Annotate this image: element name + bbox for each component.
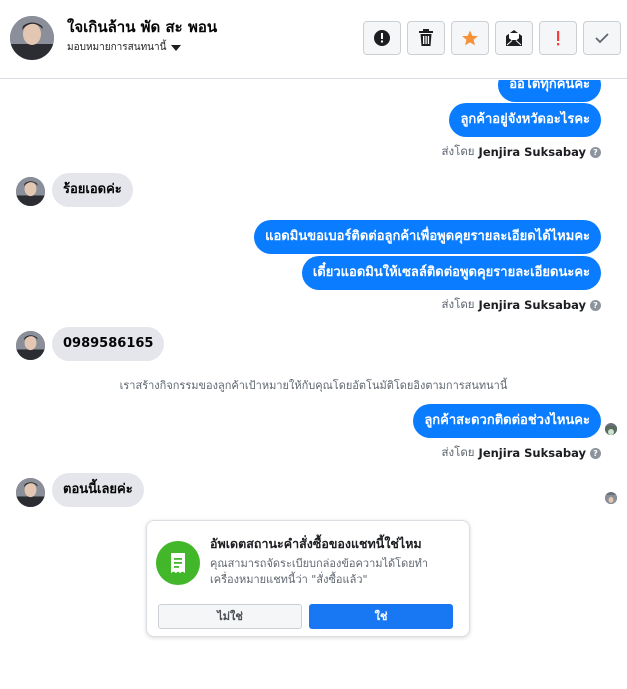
assign-conversation-dropdown[interactable]: มอบหมายการสนทนานี้ (67, 40, 182, 55)
sent-by-label: ส่งโดย Jenjira Suksabay ? (442, 296, 601, 314)
trash-icon (419, 29, 433, 46)
conversation-actions (363, 21, 621, 55)
alert-circle-icon (374, 30, 390, 46)
message-incoming[interactable]: ตอนนี้เลยค่ะ (52, 473, 144, 507)
seen-avatar (605, 423, 617, 435)
message-outgoing[interactable]: ออโตทุกคนคะ (498, 80, 601, 102)
star-button[interactable] (451, 21, 489, 55)
message-outgoing[interactable]: เดี๋ยวแอดมินให้เซลล์ติดต่อพูดคุยรายละเอี… (301, 256, 601, 290)
message-incoming[interactable]: ร้อยเอดค่ะ (52, 173, 133, 207)
contact-name[interactable]: ใจเกินล้าน พัด สะ พอน (67, 15, 217, 39)
conversation-header: ใจเกินล้าน พัด สะ พอน มอบหมายการสนทนานี้ (0, 0, 627, 79)
sent-by-name: Jenjira Suksabay (478, 145, 586, 159)
prompt-body: คุณสามารถจัดระเบียบกล่องข้อความได้โดยทำเ… (210, 557, 429, 586)
contact-avatar-small (16, 478, 45, 507)
info-icon[interactable]: ? (590, 146, 601, 158)
yes-button[interactable]: ใช่ (309, 604, 453, 629)
message-outgoing[interactable]: ลูกค้าอยู่จังหวัดอะไรคะ (449, 103, 601, 137)
star-icon (462, 30, 478, 46)
message-outgoing[interactable]: ลูกค้าสะดวกติดต่อช่วงไหนคะ (413, 404, 601, 438)
avatar-image (16, 177, 45, 206)
follow-up-button[interactable] (539, 21, 577, 55)
contact-avatar[interactable] (10, 16, 54, 60)
sent-by-prefix: ส่งโดย (441, 445, 475, 459)
seen-icon (605, 426, 617, 435)
sent-by-label: ส่งโดย Jenjira Suksabay ? (442, 143, 601, 161)
sent-by-label: ส่งโดย Jenjira Suksabay ? (442, 444, 601, 462)
assign-label: มอบหมายการสนทนานี้ (67, 42, 167, 53)
avatar-image (16, 331, 45, 360)
sent-by-name: Jenjira Suksabay (478, 446, 586, 460)
sent-by-prefix: ส่งโดย (441, 297, 475, 311)
avatar-image (16, 478, 45, 507)
contact-avatar-small (16, 177, 45, 206)
order-receipt-icon (156, 541, 200, 585)
contact-avatar-image (10, 16, 54, 60)
info-icon[interactable]: ? (590, 299, 601, 311)
receipt-glyph (171, 553, 185, 573)
no-button[interactable]: ไม่ใช่ (158, 604, 302, 629)
message-outgoing[interactable]: แอดมินขอเบอร์ติดต่อลูกค้าเพื่อพูดคุยรายล… (254, 220, 601, 254)
message-incoming[interactable]: 0989586165 (52, 327, 165, 361)
envelope-open-icon (506, 30, 522, 46)
seen-icon (605, 495, 617, 504)
order-status-prompt: อัพเดตสถานะคำสั่งซื้อของแชทนี้ใช่ไหม คุณ… (146, 520, 470, 637)
mark-unread-button[interactable] (495, 21, 533, 55)
caret-down-icon (171, 44, 182, 51)
contact-avatar-small (16, 331, 45, 360)
system-note: เราสร้างกิจกรรมของลูกค้าเป้าหมายให้กับคุ… (119, 379, 508, 392)
mark-spam-button[interactable] (363, 21, 401, 55)
delete-button[interactable] (407, 21, 445, 55)
seen-avatar (605, 492, 617, 504)
prompt-title: อัพเดตสถานะคำสั่งซื้อของแชทนี้ใช่ไหม (210, 536, 422, 551)
sent-by-prefix: ส่งโดย (441, 144, 475, 158)
mark-done-button[interactable] (583, 21, 621, 55)
info-icon[interactable]: ? (590, 447, 601, 459)
check-icon (595, 33, 609, 44)
sent-by-name: Jenjira Suksabay (478, 298, 586, 312)
exclamation-icon (557, 31, 560, 46)
